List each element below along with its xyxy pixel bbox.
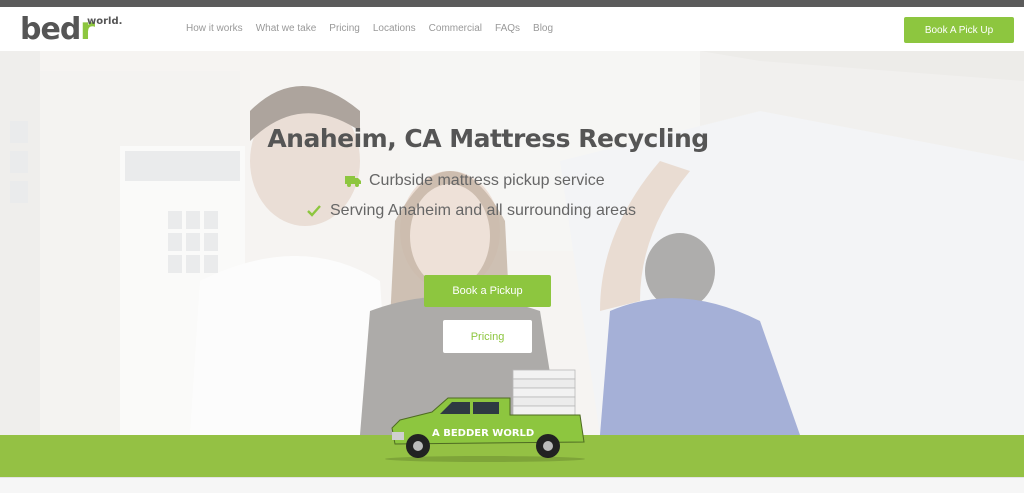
book-pickup-button[interactable]: Book a Pickup — [424, 275, 551, 307]
nav-link-blog[interactable]: Blog — [533, 23, 553, 34]
feature-text: Serving Anaheim and all surrounding area… — [330, 202, 636, 219]
next-section-edge — [0, 477, 1024, 493]
nav-link-commercial[interactable]: Commercial — [429, 23, 482, 34]
feature-text: Curbside mattress pickup service — [369, 172, 605, 189]
truck-icon — [345, 176, 361, 187]
nav-link-locations[interactable]: Locations — [373, 23, 416, 34]
main-nav: How it works What we take Pricing Locati… — [186, 23, 566, 34]
recycling-truck-image: A BEDDER WORLD — [385, 369, 585, 462]
top-strip — [0, 0, 1024, 7]
nav-link-how-it-works[interactable]: How it works — [186, 23, 243, 34]
pricing-button[interactable]: Pricing — [443, 320, 532, 353]
check-icon — [307, 205, 321, 217]
truck-side-text: A BEDDER WORLD — [432, 428, 534, 439]
feature-service-area: Serving Anaheim and all surrounding area… — [306, 202, 636, 220]
logo-wordmark: bedr — [20, 12, 95, 47]
book-pickup-nav-button[interactable]: Book A Pick Up — [904, 17, 1014, 43]
site-header: bedr world. How it works What we take Pr… — [0, 7, 1024, 51]
brand-logo[interactable]: bedr world. — [20, 12, 123, 47]
logo-superscript: world. — [87, 16, 123, 27]
nav-link-pricing[interactable]: Pricing — [329, 23, 360, 34]
feature-curbside-pickup: Curbside mattress pickup service — [345, 172, 605, 190]
page-title: Anaheim, CA Mattress Recycling — [267, 124, 709, 153]
nav-link-what-we-take[interactable]: What we take — [256, 23, 317, 34]
nav-link-faqs[interactable]: FAQs — [495, 23, 520, 34]
